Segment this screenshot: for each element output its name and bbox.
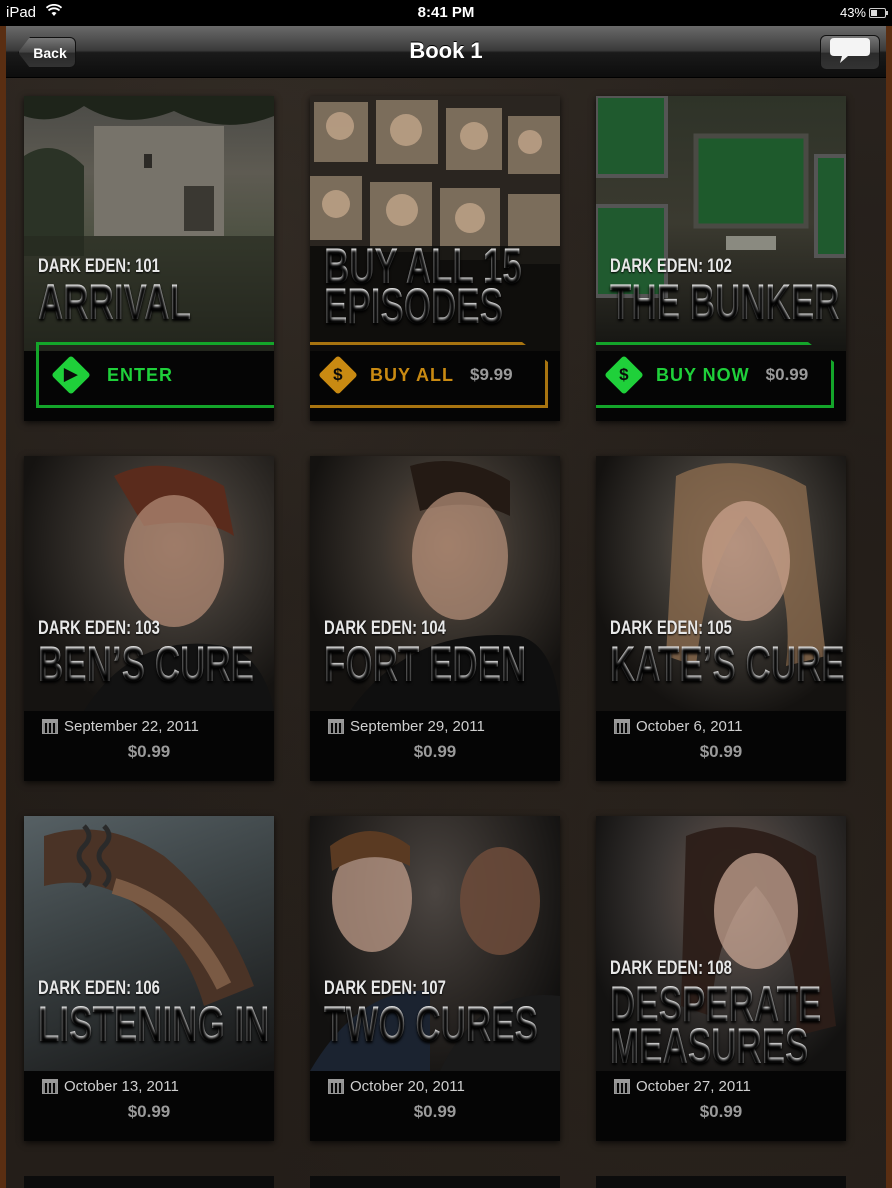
episode-title: FORT EDEN: [324, 636, 527, 692]
buy-now-label: BUY NOW: [656, 364, 750, 385]
release-date: October 13, 2011: [42, 1078, 179, 1095]
episode-title: TWO CURES: [324, 996, 538, 1052]
calendar-icon: [328, 719, 344, 734]
episode-card-peek[interactable]: [24, 1176, 274, 1188]
buy-all-card[interactable]: BUY ALL 15 EPISODES $ BUY ALL $9.99: [310, 96, 560, 421]
calendar-icon: [614, 719, 630, 734]
battery-percent: 43%: [839, 5, 866, 20]
episode-price: $0.99: [127, 1102, 171, 1121]
episode-card-107[interactable]: DARK EDEN: 107 TWO CURES October 20, 201…: [310, 816, 560, 1141]
episode-price: $0.99: [699, 742, 743, 761]
episode-card-101[interactable]: DARK EDEN: 101 ARRIVAL ▶ ENTER: [24, 96, 274, 421]
calendar-icon: [42, 1079, 58, 1094]
episode-card-108[interactable]: DARK EDEN: 108 DESPERATE MEASURES Octobe…: [596, 816, 846, 1141]
calendar-icon: [328, 1079, 344, 1094]
speech-bubble-icon: [828, 36, 872, 69]
calendar-icon: [614, 1079, 630, 1094]
episode-card-106[interactable]: DARK EDEN: 106 LISTENING IN October 13, …: [24, 816, 274, 1141]
episode-card-104[interactable]: DARK EDEN: 104 FORT EDEN September 29, 2…: [310, 456, 560, 781]
episode-price: $0.99: [413, 742, 457, 761]
page-title: Book 1: [409, 38, 483, 63]
buy-all-title-line-2: EPISODES: [324, 278, 503, 334]
release-date: October 20, 2011: [328, 1078, 465, 1095]
enter-label: ENTER: [107, 364, 174, 385]
episode-price: $0.99: [413, 1102, 457, 1121]
buy-all-button[interactable]: $ BUY ALL $9.99: [310, 342, 548, 408]
episode-card-peek[interactable]: [310, 1176, 560, 1188]
play-icon: ▶: [51, 355, 91, 395]
dollar-icon: $: [604, 355, 644, 395]
release-date-text: October 20, 2011: [350, 1078, 465, 1095]
release-date-text: September 22, 2011: [64, 718, 199, 735]
episode-title: KATE’S CURE: [610, 636, 845, 692]
episode-title-line-2: MEASURES: [610, 1018, 809, 1074]
episode-card-102[interactable]: DARK EDEN: 102 THE BUNKER $ BUY NOW $0.9…: [596, 96, 846, 421]
release-date: October 27, 2011: [614, 1078, 751, 1095]
episode-title: ARRIVAL: [38, 274, 191, 330]
episode-title: LISTENING IN: [38, 996, 270, 1052]
release-date-text: September 29, 2011: [350, 718, 485, 735]
buy-all-price: $9.99: [470, 365, 513, 384]
release-date-text: October 13, 2011: [64, 1078, 179, 1095]
chat-button[interactable]: [820, 35, 880, 70]
release-date: September 29, 2011: [328, 718, 485, 735]
enter-button[interactable]: ▶ ENTER: [36, 342, 274, 408]
release-date: October 6, 2011: [614, 718, 742, 735]
episode-title: THE BUNKER: [610, 274, 840, 330]
status-bar: iPad 8:41 PM 43%: [0, 0, 892, 26]
battery-icon: [869, 8, 888, 18]
buy-now-price: $0.99: [765, 365, 809, 384]
release-date: September 22, 2011: [42, 718, 199, 735]
release-date-text: October 6, 2011: [636, 718, 743, 735]
episode-title: BEN’S CURE: [38, 636, 254, 692]
episode-price: $0.99: [127, 742, 171, 761]
buy-all-label: BUY ALL: [370, 364, 455, 385]
release-date-text: October 27, 2011: [636, 1078, 751, 1095]
navigation-bar: Back Book 1: [6, 26, 886, 78]
episode-card-105[interactable]: DARK EDEN: 105 KATE’S CURE October 6, 20…: [596, 456, 846, 781]
calendar-icon: [42, 719, 58, 734]
episode-card-peek[interactable]: [596, 1176, 846, 1188]
buy-now-button[interactable]: $ BUY NOW $0.99: [596, 342, 834, 408]
dollar-icon: $: [318, 355, 358, 395]
episode-price: $0.99: [699, 1102, 743, 1121]
episode-card-103[interactable]: DARK EDEN: 103 BEN’S CURE September 22, …: [24, 456, 274, 781]
clock: 8:41 PM: [417, 4, 475, 21]
